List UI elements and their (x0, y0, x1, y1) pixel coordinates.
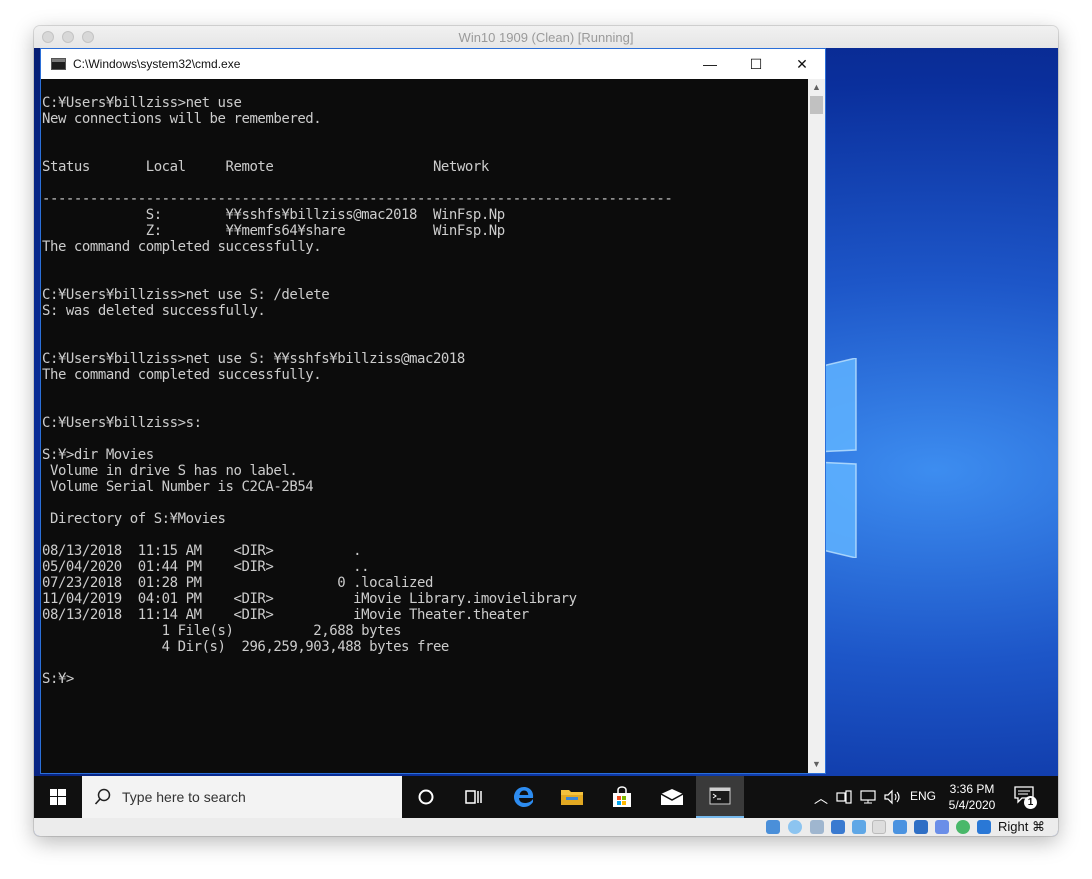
console-line: S:¥>dir Movies (42, 447, 154, 463)
task-view-button[interactable] (450, 776, 498, 818)
console-line: S:¥> (42, 671, 74, 687)
virtualbox-vm-window: Win10 1909 (Clean) [Running] C:\Windows\… (34, 26, 1058, 836)
tray-device-icon[interactable] (836, 790, 852, 804)
console-line: New connections will be remembered. (42, 111, 322, 127)
mail-button[interactable] (648, 776, 696, 818)
console-line: Z: ¥¥memfs64¥share WinFsp.Np (42, 223, 505, 239)
cmd-app-icon (51, 58, 66, 70)
console-line: The command completed successfully. (42, 239, 322, 255)
host-key-label: Right ⌘ (998, 819, 1045, 834)
scroll-thumb[interactable] (810, 96, 823, 114)
console-line: 07/23/2018 01:28 PM 0 .localized (42, 575, 433, 591)
console-line: Directory of S:¥Movies (42, 511, 226, 527)
volume-icon[interactable] (884, 789, 902, 805)
start-button[interactable] (34, 776, 82, 818)
cmd-taskbar-button[interactable] (696, 776, 744, 818)
console-line: 08/13/2018 11:14 AM <DIR> iMovie Theater… (42, 607, 529, 623)
action-center-button[interactable]: 1 (1014, 786, 1038, 810)
keyboard-capture-icon[interactable] (977, 820, 991, 834)
vm-titlebar: Win10 1909 (Clean) [Running] (34, 26, 1058, 49)
maximize-button[interactable]: ☐ (733, 49, 779, 79)
console-line: S: ¥¥sshfs¥billziss@mac2018 WinFsp.Np (42, 207, 505, 223)
console-line: 08/13/2018 11:15 AM <DIR> . (42, 543, 362, 559)
console-line: ----------------------------------------… (42, 191, 673, 207)
input-language[interactable]: ENG (910, 789, 936, 803)
taskbar: Type here to search ︿ ENG 3:36 PM 5/4/20… (34, 776, 1058, 818)
console-line: C:¥Users¥billziss>net use (42, 95, 242, 111)
close-button[interactable]: ✕ (779, 49, 825, 79)
guest-additions-icon[interactable] (956, 820, 970, 834)
tray-overflow-chevron-icon[interactable]: ︿ (814, 788, 828, 808)
search-icon (94, 788, 111, 805)
scroll-up-arrow-icon[interactable]: ▲ (808, 79, 825, 96)
cmd-window-title: C:\Windows\system32\cmd.exe (73, 57, 241, 71)
search-placeholder: Type here to search (122, 789, 246, 805)
console-line: C:¥Users¥billziss>net use S: ¥¥sshfs¥bil… (42, 351, 465, 367)
display-icon[interactable] (893, 820, 907, 834)
edge-icon (514, 787, 534, 807)
guest-screen: C:\Windows\system32\cmd.exe — ☐ ✕ C:¥Use… (34, 48, 1058, 836)
cpu-icon[interactable] (935, 820, 949, 834)
cmd-window[interactable]: C:\Windows\system32\cmd.exe — ☐ ✕ C:¥Use… (40, 48, 826, 774)
console-line: 11/04/2019 04:01 PM <DIR> iMovie Library… (42, 591, 577, 607)
cortana-button[interactable] (402, 776, 450, 818)
virtualbox-status-bar: Right ⌘ (34, 818, 1058, 836)
shared-folders-icon[interactable] (872, 820, 886, 834)
optical-drive-icon[interactable] (766, 820, 780, 834)
usb-icon[interactable] (852, 820, 866, 834)
console-line: 1 File(s) 2,688 bytes (42, 623, 402, 639)
clock[interactable]: 3:36 PM 5/4/2020 (940, 781, 1004, 813)
minimize-button[interactable]: — (687, 49, 733, 79)
vertical-scrollbar[interactable]: ▲ ▼ (808, 79, 825, 773)
cmd-titlebar[interactable]: C:\Windows\system32\cmd.exe — ☐ ✕ (41, 49, 825, 79)
task-view-icon (465, 790, 482, 804)
mail-envelope-icon (660, 789, 684, 805)
console-line: C:¥Users¥billziss>s: (42, 415, 202, 431)
console-line: Volume Serial Number is C2CA-2B54 (42, 479, 314, 495)
cd-icon[interactable] (788, 820, 802, 834)
console-line: 4 Dir(s) 296,259,903,488 bytes free (42, 639, 450, 655)
file-explorer-button[interactable] (548, 776, 596, 818)
taskbar-search-box[interactable]: Type here to search (82, 776, 402, 818)
store-bag-icon (613, 786, 631, 807)
console-line: The command completed successfully. (42, 367, 322, 383)
console-line: Status Local Remote Network (42, 159, 489, 175)
windows-start-icon (50, 789, 66, 805)
network-icon[interactable] (860, 790, 876, 804)
notification-badge: 1 (1024, 796, 1037, 809)
store-button[interactable] (598, 776, 646, 818)
console-output[interactable]: C:¥Users¥billziss>net use New connections… (41, 79, 809, 773)
edge-browser-button[interactable] (500, 776, 548, 818)
folder-icon (561, 790, 583, 805)
video-capture-icon[interactable] (914, 820, 928, 834)
cortana-circle-icon (418, 789, 434, 805)
network-adapter-icon[interactable] (831, 820, 845, 834)
scroll-down-arrow-icon[interactable]: ▼ (808, 756, 825, 773)
vm-title: Win10 1909 (Clean) [Running] (458, 30, 634, 45)
console-line: S: was deleted successfully. (42, 303, 266, 319)
clock-time: 3:36 PM (949, 782, 995, 796)
terminal-icon (709, 787, 731, 805)
audio-icon[interactable] (810, 820, 824, 834)
console-line: Volume in drive S has no label. (42, 463, 298, 479)
console-line: 05/04/2020 01:44 PM <DIR> .. (42, 559, 370, 575)
clock-date: 5/4/2020 (948, 798, 996, 812)
console-line: C:¥Users¥billziss>net use S: /delete (42, 287, 330, 303)
